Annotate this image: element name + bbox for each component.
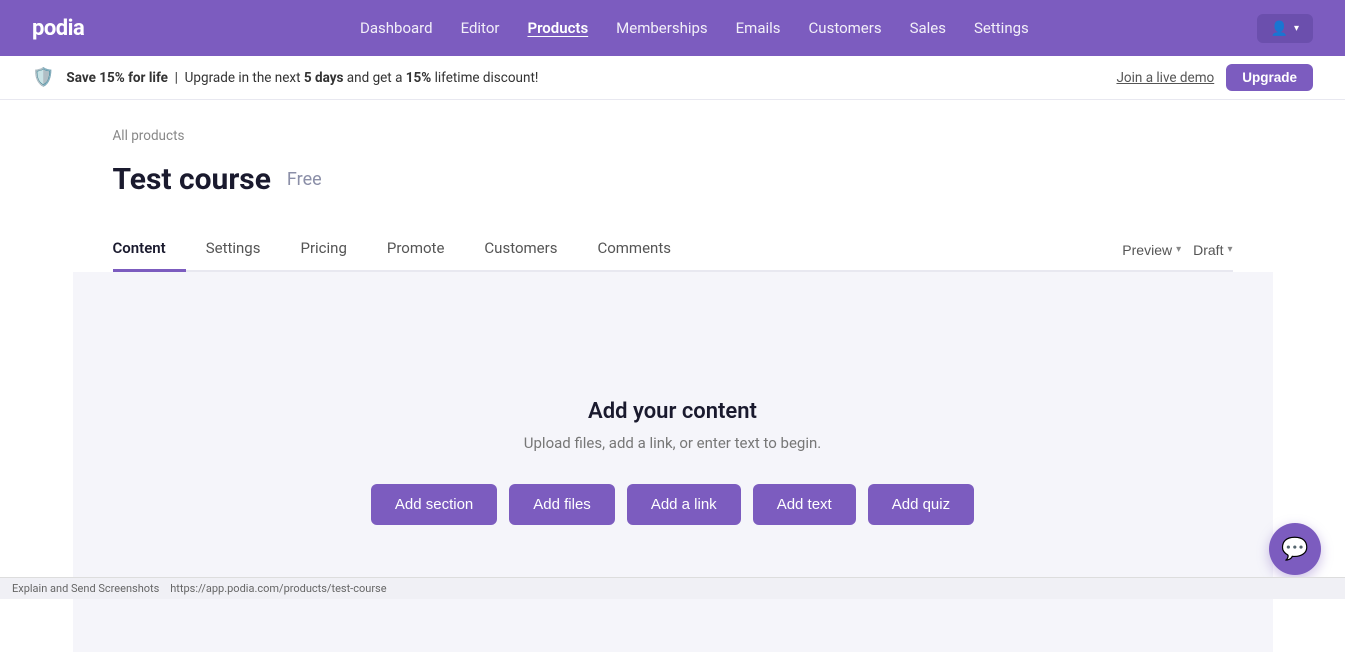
tabs-row: Content Settings Pricing Promote Custome… [113, 229, 1233, 272]
upgrade-button[interactable]: Upgrade [1226, 64, 1313, 91]
tab-customers[interactable]: Customers [464, 229, 577, 272]
content-actions: Add section Add files Add a link Add tex… [371, 484, 974, 525]
promo-text: Save 15% for life | Upgrade in the next … [66, 70, 1104, 86]
user-avatar-icon: 👤 [1271, 20, 1288, 37]
user-menu-button[interactable]: 👤 ▾ [1257, 14, 1313, 43]
add-link-button[interactable]: Add a link [627, 484, 741, 525]
preview-button[interactable]: Preview ▾ [1122, 238, 1181, 262]
chat-icon: 💬 [1281, 537, 1308, 562]
page-title-row: Test course Free [113, 162, 1233, 197]
tabs-left: Content Settings Pricing Promote Custome… [113, 229, 1123, 270]
promo-links: Join a live demo Upgrade [1116, 64, 1313, 91]
status-bar: Explain and Send Screenshots https://app… [0, 577, 1345, 599]
brand-logo[interactable]: podia [32, 16, 84, 41]
status-url: https://app.podia.com/products/test-cour… [170, 582, 386, 595]
promo-bar: 🛡️ Save 15% for life | Upgrade in the ne… [0, 56, 1345, 100]
chat-widget[interactable]: 💬 [1269, 523, 1321, 575]
tab-content[interactable]: Content [113, 229, 186, 272]
tab-comments[interactable]: Comments [577, 229, 691, 272]
nav-customers[interactable]: Customers [809, 19, 882, 37]
extension-label: Explain and Send Screenshots [12, 582, 159, 595]
draft-button[interactable]: Draft ▾ [1193, 238, 1232, 262]
add-text-button[interactable]: Add text [753, 484, 856, 525]
user-menu-caret: ▾ [1294, 23, 1299, 34]
nav-sales[interactable]: Sales [910, 19, 946, 37]
page-inner: All products Test course Free Content Se… [73, 100, 1273, 652]
promo-icon: 🛡️ [32, 67, 54, 88]
nav-memberships[interactable]: Memberships [616, 19, 707, 37]
tabs-right: Preview ▾ Draft ▾ [1122, 238, 1232, 262]
nav-settings[interactable]: Settings [974, 19, 1029, 37]
free-badge: Free [287, 169, 322, 190]
nav-editor[interactable]: Editor [461, 19, 500, 37]
navbar: podia Dashboard Editor Products Membersh… [0, 0, 1345, 56]
add-section-button[interactable]: Add section [371, 484, 497, 525]
preview-label: Preview [1122, 242, 1172, 258]
nav-emails[interactable]: Emails [736, 19, 781, 37]
nav-products[interactable]: Products [527, 19, 588, 37]
content-empty-subtitle: Upload files, add a link, or enter text … [524, 434, 821, 452]
navbar-right: 👤 ▾ [1257, 14, 1313, 43]
tab-settings[interactable]: Settings [186, 229, 281, 272]
draft-caret: ▾ [1227, 244, 1232, 255]
breadcrumb[interactable]: All products [113, 128, 1233, 144]
tab-promote[interactable]: Promote [367, 229, 465, 272]
preview-caret: ▾ [1176, 244, 1181, 255]
nav-dashboard[interactable]: Dashboard [360, 19, 433, 37]
page-wrapper: All products Test course Free Content Se… [0, 100, 1345, 652]
tab-pricing[interactable]: Pricing [280, 229, 366, 272]
content-empty-title: Add your content [588, 399, 757, 424]
page-title: Test course [113, 162, 271, 197]
add-quiz-button[interactable]: Add quiz [868, 484, 974, 525]
join-live-demo-link[interactable]: Join a live demo [1116, 70, 1214, 86]
draft-label: Draft [1193, 242, 1223, 258]
add-files-button[interactable]: Add files [509, 484, 615, 525]
nav-links: Dashboard Editor Products Memberships Em… [132, 19, 1256, 37]
